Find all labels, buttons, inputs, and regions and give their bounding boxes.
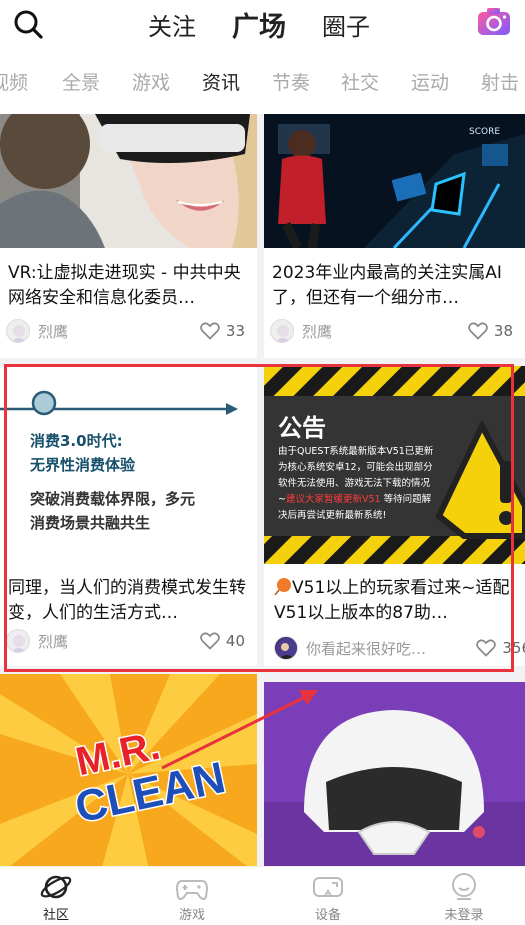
nav-community[interactable]: 社区 — [16, 871, 96, 923]
nav-devices[interactable]: 设备 — [288, 871, 368, 923]
annotation-arrow — [161, 690, 318, 770]
bottom-navigation: 社区 游戏 设备 未登录 — [0, 866, 525, 925]
nav-games[interactable]: 游戏 — [152, 871, 232, 923]
nav-label: 游戏 — [178, 908, 205, 923]
planet-icon — [40, 875, 72, 899]
nav-label: 设备 — [314, 908, 341, 923]
nav-profile[interactable]: 未登录 — [424, 871, 504, 923]
gamepad-icon — [175, 880, 209, 900]
nav-label: 未登录 — [444, 908, 484, 923]
nav-label: 社区 — [42, 908, 69, 923]
vr-headset-icon — [313, 877, 343, 897]
profile-icon — [452, 873, 476, 900]
